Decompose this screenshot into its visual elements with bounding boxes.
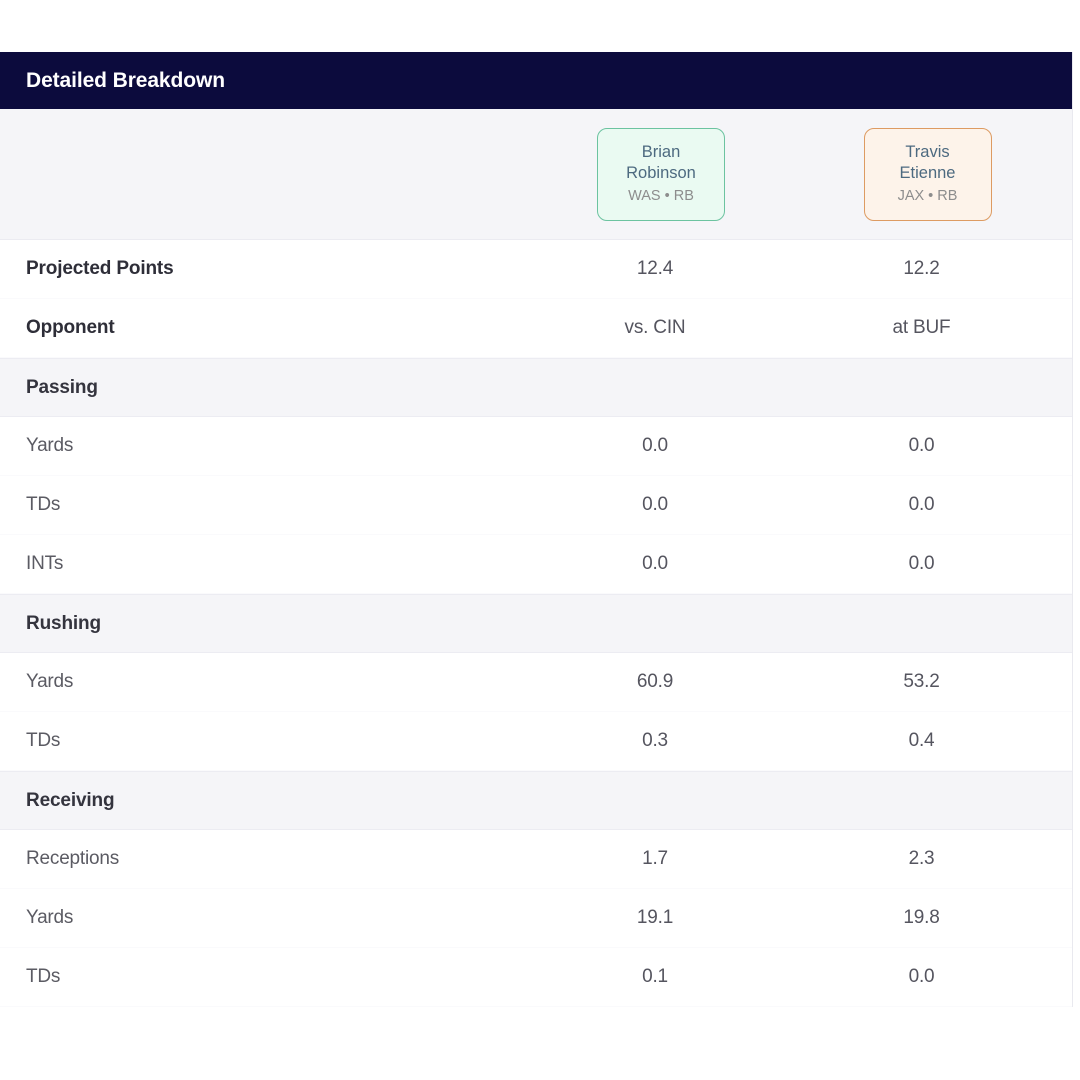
row-label: Yards bbox=[0, 907, 540, 929]
player-name-a: Brian Robinson bbox=[604, 142, 718, 184]
table-row-passing-yards: Yards 0.0 0.0 bbox=[0, 417, 1072, 476]
table-row-receiving-receptions: Receptions 1.7 2.3 bbox=[0, 830, 1072, 889]
row-label: Receptions bbox=[0, 848, 540, 870]
table-row-receiving-tds: TDs 0.1 0.0 bbox=[0, 948, 1072, 1007]
row-label: TDs bbox=[0, 966, 540, 988]
table-row-receiving-yards: Yards 19.1 19.8 bbox=[0, 889, 1072, 948]
row-value-b: 0.0 bbox=[782, 553, 1073, 575]
row-value-a: 60.9 bbox=[540, 671, 782, 693]
section-title: Rushing bbox=[0, 613, 540, 635]
table-row-passing-tds: TDs 0.0 0.0 bbox=[0, 476, 1072, 535]
player-cell-b: Travis Etienne JAX • RB bbox=[782, 109, 1073, 240]
section-header-passing: Passing bbox=[0, 358, 1072, 417]
player-meta-b: JAX • RB bbox=[871, 187, 985, 206]
row-label: TDs bbox=[0, 494, 540, 516]
player-name-b: Travis Etienne bbox=[871, 142, 985, 184]
row-value-a: 0.1 bbox=[540, 966, 782, 988]
row-value-b: 0.4 bbox=[782, 730, 1073, 752]
player-meta-a: WAS • RB bbox=[604, 187, 718, 206]
row-value-b: 2.3 bbox=[782, 848, 1073, 870]
row-value-a: 1.7 bbox=[540, 848, 782, 870]
card-header: Detailed Breakdown bbox=[0, 52, 1072, 109]
row-value-b: 0.0 bbox=[782, 966, 1073, 988]
row-value-a: vs. CIN bbox=[540, 317, 782, 339]
row-value-b: 19.8 bbox=[782, 907, 1073, 929]
row-value-b: 12.2 bbox=[782, 258, 1073, 280]
row-value-b: 53.2 bbox=[782, 671, 1073, 693]
row-value-b: at BUF bbox=[782, 317, 1073, 339]
row-label: INTs bbox=[0, 553, 540, 575]
row-label: Yards bbox=[0, 671, 540, 693]
player-cell-a: Brian Robinson WAS • RB bbox=[540, 109, 782, 240]
table-row-projected-points: Projected Points 12.4 12.2 bbox=[0, 240, 1072, 299]
section-title: Receiving bbox=[0, 790, 540, 812]
row-label: Projected Points bbox=[0, 258, 540, 280]
section-header-rushing: Rushing bbox=[0, 594, 1072, 653]
player-card-travis-etienne[interactable]: Travis Etienne JAX • RB bbox=[864, 128, 992, 221]
row-value-a: 0.3 bbox=[540, 730, 782, 752]
row-value-a: 0.0 bbox=[540, 553, 782, 575]
section-header-receiving: Receiving bbox=[0, 771, 1072, 830]
table-row-rushing-tds: TDs 0.3 0.4 bbox=[0, 712, 1072, 771]
row-label: Opponent bbox=[0, 317, 540, 339]
page-title: Detailed Breakdown bbox=[26, 69, 225, 93]
detailed-breakdown-card: Detailed Breakdown Brian Robinson WAS • … bbox=[0, 52, 1073, 1007]
row-value-a: 0.0 bbox=[540, 435, 782, 457]
player-card-brian-robinson[interactable]: Brian Robinson WAS • RB bbox=[597, 128, 725, 221]
row-value-a: 19.1 bbox=[540, 907, 782, 929]
row-label: Yards bbox=[0, 435, 540, 457]
row-value-a: 0.0 bbox=[540, 494, 782, 516]
page-root: Detailed Breakdown Brian Robinson WAS • … bbox=[0, 0, 1080, 1080]
section-title: Passing bbox=[0, 377, 540, 399]
table-row-rushing-yards: Yards 60.9 53.2 bbox=[0, 653, 1072, 712]
row-label: TDs bbox=[0, 730, 540, 752]
table-row-passing-ints: INTs 0.0 0.0 bbox=[0, 535, 1072, 594]
row-value-b: 0.0 bbox=[782, 494, 1073, 516]
table-row-opponent: Opponent vs. CIN at BUF bbox=[0, 299, 1072, 358]
row-value-a: 12.4 bbox=[540, 258, 782, 280]
row-value-b: 0.0 bbox=[782, 435, 1073, 457]
players-header-row: Brian Robinson WAS • RB Travis Etienne J… bbox=[0, 109, 1072, 240]
